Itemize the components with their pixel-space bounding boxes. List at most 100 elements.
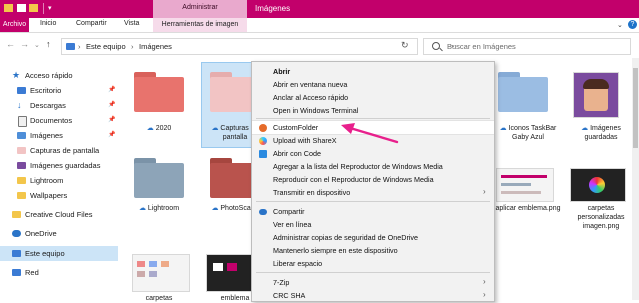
help-icon[interactable]: ? bbox=[628, 20, 637, 29]
menu-item-label: Ver en línea bbox=[273, 220, 312, 229]
sidebar-item-label: Creative Cloud Files bbox=[25, 210, 93, 219]
vertical-scrollbar[interactable] bbox=[632, 58, 639, 300]
menu-item-label: Liberar espacio bbox=[273, 259, 323, 268]
sidebar-item-capturas[interactable]: Capturas de pantalla bbox=[0, 143, 118, 158]
menu-item-compartir[interactable]: Compartir bbox=[252, 205, 494, 218]
computer-icon bbox=[12, 250, 21, 257]
image-thumbnail[interactable] bbox=[573, 72, 619, 118]
menu-item-administrar-onedrive[interactable]: Administrar copias de seguridad de OneDr… bbox=[252, 231, 494, 244]
menu-item-label: Open in Windows Terminal bbox=[273, 106, 359, 115]
menu-item-abrir-ventana-nueva[interactable]: Abrir en ventana nueva bbox=[252, 78, 494, 91]
tab-vista[interactable]: Vista bbox=[124, 20, 139, 27]
address-field[interactable]: › Este equipo › Imágenes ⌄ bbox=[61, 38, 456, 55]
menu-item-agregar-lista-wmp[interactable]: Agregar a la lista del Reproductor de Wi… bbox=[252, 160, 494, 173]
breadcrumb-imagenes[interactable]: Imágenes bbox=[139, 42, 172, 51]
folder-icon bbox=[17, 147, 26, 154]
menu-item-crc-sha[interactable]: CRC SHA › bbox=[252, 289, 494, 302]
menu-item-label: Agregar a la lista del Reproductor de Wi… bbox=[273, 162, 443, 171]
sidebar-item-este-equipo[interactable]: Este equipo bbox=[0, 246, 118, 261]
desktop-icon bbox=[17, 87, 26, 94]
image-thumbnail[interactable] bbox=[496, 168, 554, 202]
tab-archivo[interactable]: Archivo bbox=[0, 18, 29, 32]
menu-item-customfolder[interactable]: CustomFolder bbox=[252, 120, 494, 135]
sidebar-item-acceso-rapido[interactable]: ★ Acceso rápido bbox=[0, 68, 118, 83]
recent-locations-icon[interactable]: ⌄ bbox=[34, 41, 40, 49]
sidebar-item-onedrive[interactable]: OneDrive bbox=[0, 226, 118, 241]
menu-item-mantener-dispositivo[interactable]: Mantenerlo siempre en este dispositivo bbox=[252, 244, 494, 257]
breadcrumb-este-equipo[interactable]: Este equipo bbox=[86, 42, 126, 51]
menu-item-anclar-acceso-rapido[interactable]: Anclar al Acceso rápido bbox=[252, 91, 494, 104]
image-thumbnail[interactable] bbox=[132, 254, 190, 292]
back-icon[interactable]: ← bbox=[6, 39, 15, 49]
scrollbar-thumb[interactable] bbox=[633, 68, 638, 148]
customfolder-icon bbox=[259, 124, 267, 132]
onedrive-icon bbox=[12, 230, 21, 237]
menu-item-liberar-espacio[interactable]: Liberar espacio bbox=[252, 257, 494, 270]
menu-item-abrir-con-code[interactable]: Abrir con Code bbox=[252, 147, 494, 160]
folder-iconos-taskbar[interactable] bbox=[498, 72, 548, 112]
sidebar-item-red[interactable]: Red bbox=[0, 265, 118, 280]
item-label[interactable]: ☁ Lightroom bbox=[126, 204, 192, 213]
sidebar-item-creative-cloud[interactable]: Creative Cloud Files bbox=[0, 207, 118, 222]
up-icon[interactable]: ↑ bbox=[46, 39, 51, 49]
item-label[interactable]: carpetas bbox=[126, 294, 192, 303]
dropdown-icon[interactable]: ▾ bbox=[48, 4, 52, 12]
menu-item-reproducir-wmp[interactable]: Reproducir con el Reproductor de Windows… bbox=[252, 173, 494, 186]
address-bar-row: ← → ⌄ ↑ › Este equipo › Imágenes ⌄ ↻ Bus… bbox=[0, 33, 639, 57]
sidebar-item-label: Lightroom bbox=[30, 176, 64, 185]
sidebar-item-wallpapers[interactable]: Wallpapers bbox=[0, 188, 118, 203]
forward-icon[interactable]: → bbox=[20, 39, 29, 49]
item-label[interactable]: ☁ Imágenes guardadas bbox=[568, 124, 634, 142]
menu-item-ver-en-linea[interactable]: Ver en línea bbox=[252, 218, 494, 231]
pin-icon[interactable]: 📌 bbox=[108, 116, 115, 123]
folder-icon bbox=[17, 162, 26, 169]
network-icon bbox=[12, 269, 21, 276]
tab-inicio[interactable]: Inicio bbox=[40, 20, 56, 27]
item-label[interactable]: carpetas personalizadas imagen.png bbox=[564, 204, 638, 231]
pin-icon[interactable]: 📌 bbox=[108, 86, 115, 93]
cloud-icon: ☁ bbox=[211, 205, 219, 212]
tab-compartir[interactable]: Compartir bbox=[76, 20, 107, 27]
menu-item-transmitir[interactable]: Transmitir en dispositivo › bbox=[252, 186, 494, 199]
menu-item-label: CRC SHA bbox=[273, 291, 306, 300]
item-label[interactable]: aplicar emblema.png bbox=[495, 204, 561, 213]
folder-2020[interactable] bbox=[134, 72, 184, 112]
menu-item-open-terminal[interactable]: Open in Windows Terminal bbox=[252, 104, 494, 117]
sidebar-item-escritorio[interactable]: Escritorio 📌 bbox=[0, 83, 118, 98]
new-folder-icon[interactable] bbox=[29, 4, 38, 12]
vscode-icon bbox=[259, 150, 267, 158]
menu-separator bbox=[256, 201, 490, 202]
search-icon bbox=[432, 42, 440, 50]
cloud-icon: ☁ bbox=[138, 205, 146, 212]
breadcrumb-separator-icon: › bbox=[78, 42, 81, 51]
sidebar-item-imagenes[interactable]: Imágenes 📌 bbox=[0, 128, 118, 143]
refresh-icon[interactable]: ↻ bbox=[401, 40, 409, 51]
image-thumbnail[interactable] bbox=[570, 168, 626, 202]
properties-icon[interactable] bbox=[17, 4, 26, 12]
sidebar-item-label: OneDrive bbox=[25, 229, 57, 238]
ribbon: Archivo Inicio Compartir Vista Herramien… bbox=[0, 18, 639, 33]
sidebar-item-imagenes-guardadas[interactable]: Imágenes guardadas bbox=[0, 158, 118, 173]
search-input[interactable]: Buscar en Imágenes bbox=[423, 38, 631, 55]
sidebar-item-lightroom[interactable]: Lightroom bbox=[0, 173, 118, 188]
sidebar-item-documentos[interactable]: Documentos 📌 bbox=[0, 113, 118, 128]
pin-icon[interactable]: 📌 bbox=[108, 131, 115, 138]
menu-item-abrir[interactable]: Abrir bbox=[252, 65, 494, 78]
menu-item-label: 7-Zip bbox=[273, 278, 290, 287]
sidebar-item-label: Documentos bbox=[30, 116, 73, 125]
menu-item-label: CustomFolder bbox=[273, 123, 319, 132]
sidebar-item-label: Descargas bbox=[30, 101, 66, 110]
expand-ribbon-icon[interactable]: ⌄ bbox=[617, 21, 623, 29]
menu-item-7zip[interactable]: 7-Zip › bbox=[252, 276, 494, 289]
sidebar-item-descargas[interactable]: ↓ Descargas 📌 bbox=[0, 98, 118, 113]
folder-lightroom[interactable] bbox=[134, 158, 184, 198]
pin-icon[interactable]: 📌 bbox=[108, 101, 115, 108]
star-icon: ★ bbox=[12, 70, 21, 80]
tab-herramientas-imagen[interactable]: Herramientas de imagen bbox=[153, 18, 247, 32]
menu-separator bbox=[256, 118, 490, 119]
item-label[interactable]: ☁ 2020 bbox=[126, 124, 192, 133]
sidebar-item-label: Red bbox=[25, 268, 39, 277]
menu-item-upload-sharex[interactable]: Upload with ShareX bbox=[252, 134, 494, 147]
item-label[interactable]: ☁ Iconos TaskBar Gaby Azul bbox=[495, 124, 561, 142]
title-bar: ▾ Administrar Imágenes bbox=[0, 0, 639, 18]
